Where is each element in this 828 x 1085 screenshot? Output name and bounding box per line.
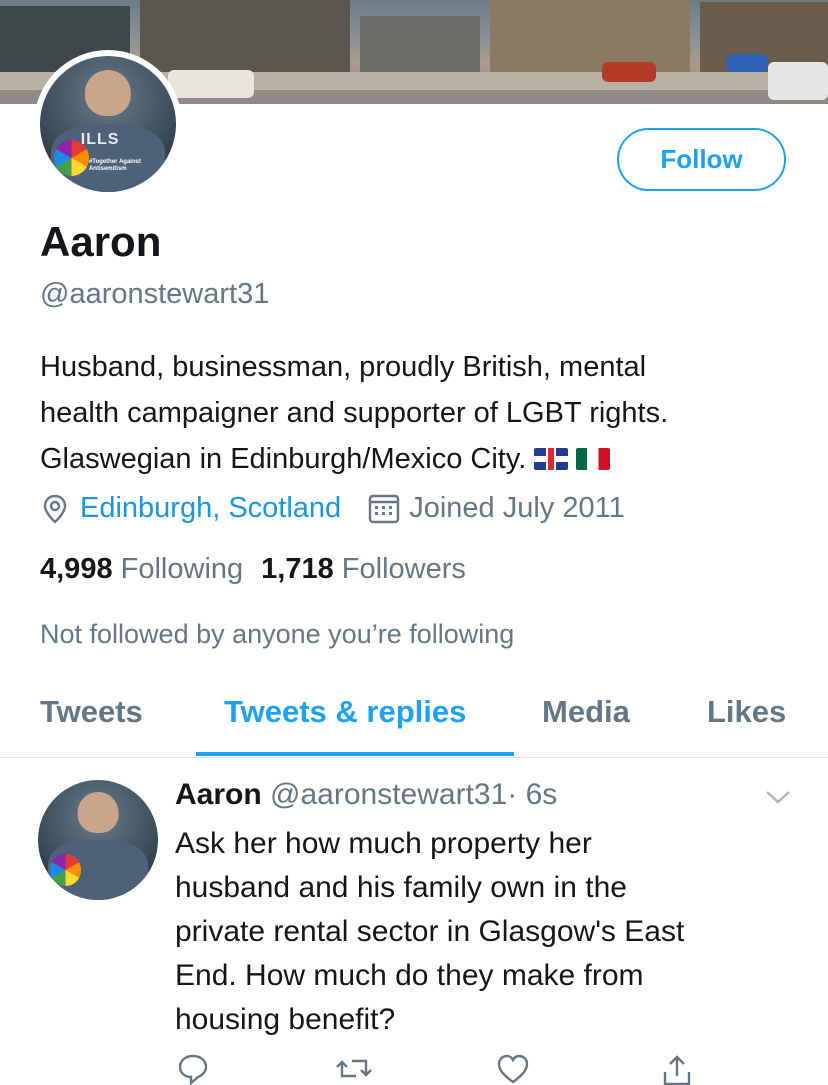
followers-count: 1,718 xyxy=(261,553,334,585)
chevron-down-icon[interactable] xyxy=(764,788,792,806)
tweet-text-line: Ask her how much property her xyxy=(175,827,592,860)
not-followed-note: Not followed by anyone you’re following xyxy=(40,619,515,649)
avatar-shirt-text: ILLS xyxy=(80,130,120,148)
bio-line: health campaigner and supporter of LGBT … xyxy=(40,397,669,429)
profile-handle: @aaronstewart31 xyxy=(40,278,270,310)
tweet-header: Aaron @aaronstewart31· 6s xyxy=(175,778,557,812)
followers-label: Followers xyxy=(341,553,466,585)
uk-flag-icon xyxy=(534,448,569,470)
tweet-text-line: End. How much do they make from xyxy=(175,959,644,992)
share-icon[interactable] xyxy=(660,1052,694,1085)
follow-counts: 4,998 Following 1,718 Followers xyxy=(40,553,466,586)
following-count: 4,998 xyxy=(40,553,113,585)
follow-button[interactable]: Follow xyxy=(617,128,786,191)
profile-avatar[interactable]: ILLS #Together Against Antisemitism xyxy=(34,50,182,198)
profile-tabs: Tweets Tweets & replies Media Likes xyxy=(0,670,828,758)
joined-date: Joined July 2011 xyxy=(409,492,625,524)
tab-likes[interactable]: Likes xyxy=(707,694,786,730)
profile-name: Aaron xyxy=(40,218,162,265)
tweet-text: Ask her how much property her husband an… xyxy=(175,822,795,1042)
location-link[interactable]: Edinburgh, Scotland xyxy=(80,492,341,525)
profile-bio: Husband, businessman, proudly British, m… xyxy=(40,344,800,482)
tweet-text-line: housing benefit? xyxy=(175,1003,396,1036)
followers-link[interactable]: 1,718 Followers xyxy=(261,553,466,585)
like-icon[interactable] xyxy=(496,1052,530,1085)
star-logo-icon xyxy=(53,140,89,176)
tweet-avatar[interactable] xyxy=(38,780,158,900)
tab-tweets-and-replies[interactable]: Tweets & replies xyxy=(224,694,466,730)
tab-media[interactable]: Media xyxy=(542,694,630,730)
avatar-caption: #Together Against Antisemitism xyxy=(88,159,141,173)
tweet-text-line: husband and his family own in the xyxy=(175,871,627,904)
reply-icon[interactable] xyxy=(176,1052,210,1085)
following-link[interactable]: 4,998 Following xyxy=(40,553,243,585)
tab-tweets[interactable]: Tweets xyxy=(40,694,143,730)
following-label: Following xyxy=(120,553,244,585)
bio-line: Glaswegian in Edinburgh/Mexico City. xyxy=(40,443,527,475)
tweet-actions xyxy=(0,1052,828,1085)
retweet-icon[interactable] xyxy=(334,1052,374,1085)
tweet-time: · 6s xyxy=(507,778,558,811)
calendar-icon xyxy=(368,494,400,523)
location-pin-icon xyxy=(43,494,67,524)
profile-meta: Edinburgh, Scotland Joined July 2011 xyxy=(40,492,625,525)
mexico-flag-icon xyxy=(576,448,611,470)
active-tab-indicator xyxy=(196,752,514,756)
tweet-author-handle[interactable]: @aaronstewart31 xyxy=(270,778,507,811)
tweet-author-name[interactable]: Aaron xyxy=(175,778,262,811)
tweet-text-line: private rental sector in Glasgow's East xyxy=(175,915,685,948)
bio-line: Husband, businessman, proudly British, m… xyxy=(40,351,647,383)
